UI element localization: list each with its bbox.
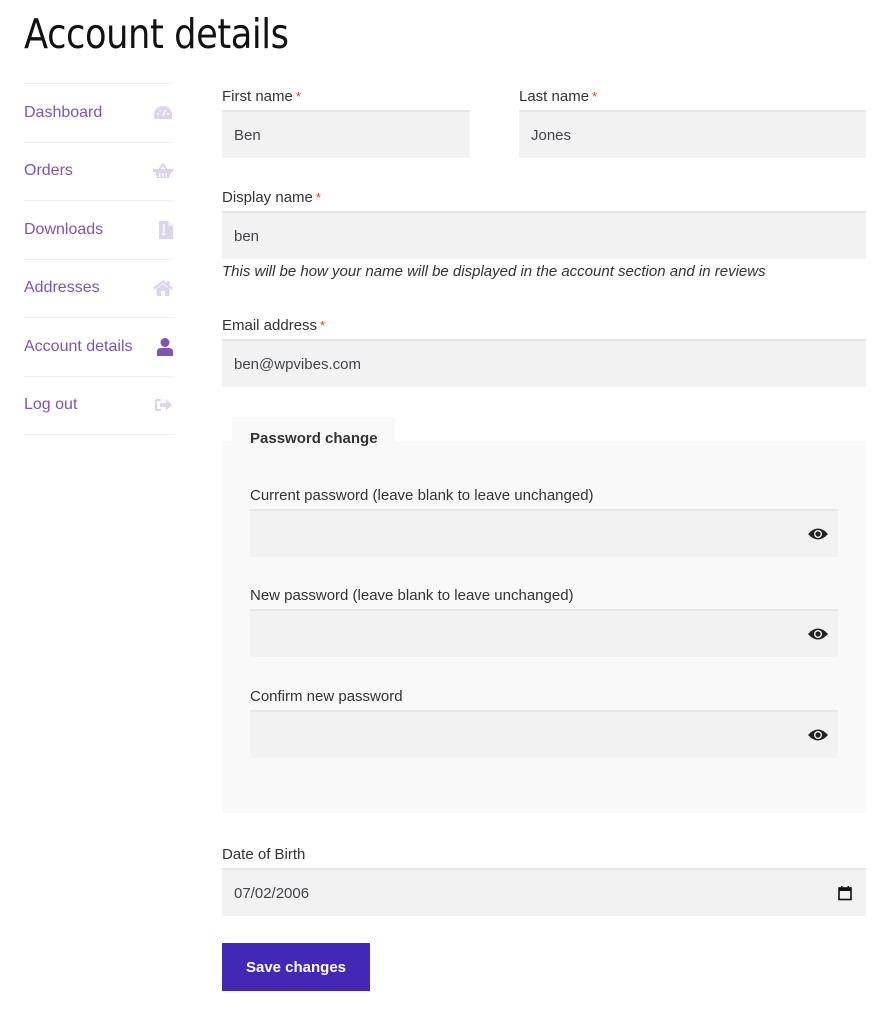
email-label: Email address * [222, 313, 866, 339]
sidebar-item-orders[interactable]: Orders [24, 143, 173, 201]
dob-label: Date of Birth [222, 846, 306, 863]
first-name-label-text: First name [222, 88, 293, 105]
email-label-text: Email address [222, 317, 318, 334]
dob-row: Date of Birth 07/02/2006 [222, 842, 866, 916]
page-title: Account details [24, 10, 289, 58]
display-name-hint: This will be how your name will be displ… [222, 263, 766, 280]
dob-input[interactable]: 07/02/2006 [222, 868, 866, 916]
display-name-input[interactable]: ben [222, 211, 866, 259]
sidebar-item-label: Addresses [24, 279, 100, 297]
user-icon [153, 337, 173, 357]
required-mark: * [592, 89, 598, 104]
current-password-row: Current password (leave blank to leave u… [250, 483, 838, 557]
calendar-icon[interactable] [838, 886, 852, 901]
email-input[interactable]: ben@wpvibes.com [222, 339, 866, 387]
first-name-input[interactable]: Ben [222, 110, 470, 158]
confirm-password-row: Confirm new password [250, 684, 838, 758]
sidebar-item-label: Log out [24, 396, 78, 414]
new-password-label: New password (leave blank to leave uncha… [250, 587, 574, 604]
show-password-eye-icon[interactable] [808, 627, 828, 641]
basket-icon [153, 161, 173, 181]
required-mark: * [320, 318, 326, 333]
sidebar-item-label: Account details [24, 337, 133, 355]
sidebar-item-downloads[interactable]: Downloads [24, 201, 173, 260]
required-mark: * [295, 89, 301, 104]
last-name-input[interactable]: Jones [519, 110, 866, 158]
sidebar-item-label: Dashboard [24, 103, 103, 121]
password-change-legend: Password change [232, 417, 395, 447]
sidebar-item-account-details[interactable]: Account details [24, 318, 173, 377]
new-password-row: New password (leave blank to leave uncha… [250, 583, 838, 657]
current-password-label: Current password (leave blank to leave u… [250, 487, 594, 504]
last-name-row: Last name * Jones [519, 84, 866, 158]
sidebar-item-log-out[interactable]: Log out [24, 377, 173, 435]
show-password-eye-icon[interactable] [808, 527, 828, 541]
first-name-row: First name * Ben [222, 84, 470, 158]
dob-value: 07/02/2006 [234, 884, 310, 902]
logout-icon [153, 395, 173, 415]
sidebar-item-dashboard[interactable]: Dashboard [24, 84, 173, 143]
current-password-input[interactable] [250, 509, 838, 557]
sidebar-item-addresses[interactable]: Addresses [24, 260, 173, 318]
show-password-eye-icon[interactable] [808, 728, 828, 742]
required-mark: * [315, 190, 321, 205]
last-name-label-text: Last name [519, 88, 590, 105]
dashboard-gauge-icon [153, 103, 173, 123]
last-name-label: Last name * [519, 84, 866, 110]
sidebar-item-label: Downloads [24, 220, 104, 238]
sidebar-item-label: Orders [24, 162, 73, 180]
home-icon [153, 278, 173, 298]
save-changes-button[interactable]: Save changes [222, 943, 370, 991]
display-name-label: Display name * [222, 185, 866, 211]
display-name-label-text: Display name [222, 189, 313, 206]
file-download-icon [153, 220, 173, 240]
account-navigation: Dashboard Orders Downloads Addresses Acc… [24, 83, 173, 435]
display-name-row: Display name * ben This will be how your … [222, 185, 866, 280]
new-password-input[interactable] [250, 609, 838, 657]
email-row: Email address * ben@wpvibes.com [222, 313, 866, 387]
confirm-password-input[interactable] [250, 710, 838, 758]
password-change-fieldset: Password change Current password (leave … [222, 417, 866, 813]
confirm-password-label: Confirm new password [250, 688, 403, 705]
first-name-label: First name * [222, 84, 470, 110]
